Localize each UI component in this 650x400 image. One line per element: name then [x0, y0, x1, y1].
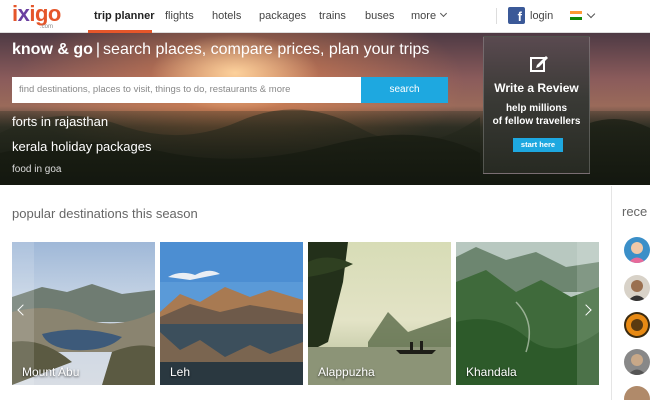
search-button[interactable]: search: [361, 77, 448, 103]
chevron-down-icon[interactable]: [586, 9, 596, 19]
section-title: popular destinations this season: [12, 206, 198, 221]
chevron-left-icon: [17, 304, 29, 316]
destination-card-alappuzha[interactable]: Alappuzha: [308, 242, 451, 385]
nav-trip-planner[interactable]: trip planner: [94, 10, 155, 22]
india-flag-icon[interactable]: [570, 11, 582, 20]
destination-label: Alappuzha: [318, 365, 375, 379]
facebook-icon[interactable]: f: [508, 7, 525, 24]
logo-domain: .com: [40, 24, 54, 30]
nav-hotels[interactable]: hotels: [212, 10, 241, 22]
nav-more-label: more: [411, 10, 437, 22]
hero-banner: know & go | search places, compare prices,…: [0, 33, 650, 185]
chevron-right-icon: [580, 304, 592, 316]
avatar[interactable]: [624, 349, 650, 375]
quick-link-forts[interactable]: forts in rajasthan: [12, 114, 108, 129]
avatar[interactable]: [624, 312, 650, 338]
hero-headline: know & go | search places, compare prices,…: [12, 41, 430, 58]
nav-packages[interactable]: packages: [259, 10, 306, 22]
nav-separator: [496, 8, 497, 24]
login-link[interactable]: login: [530, 10, 553, 22]
chevron-down-icon: [440, 9, 448, 18]
destination-label: Leh: [170, 365, 191, 379]
carousel-prev-button[interactable]: [12, 242, 34, 385]
nav-trains[interactable]: trains: [319, 10, 346, 22]
edit-icon: [530, 56, 548, 72]
carousel-next-button[interactable]: [577, 242, 599, 385]
nav-flights[interactable]: flights: [165, 10, 194, 22]
review-subtitle: help millions of fellow travellers: [492, 103, 581, 127]
avatar[interactable]: [624, 275, 650, 301]
top-nav: ixigo .com trip planner flights hotels p…: [0, 0, 650, 33]
quick-link-goa[interactable]: food in goa: [12, 164, 62, 175]
logo-wordmark: ixigo: [12, 1, 61, 26]
alappuzha-photo: [308, 242, 451, 385]
leh-photo: [160, 242, 303, 385]
destination-card-leh[interactable]: Leh: [160, 242, 303, 385]
avatar[interactable]: [624, 237, 650, 263]
sidebar-title: rece: [622, 204, 648, 219]
destination-label: Khandala: [466, 365, 517, 379]
write-review-card[interactable]: Write a Review help millions of fellow tr…: [483, 36, 590, 174]
ixigo-logo[interactable]: ixigo .com: [12, 1, 72, 31]
column-divider: [611, 186, 612, 400]
nav-more[interactable]: more: [411, 9, 448, 22]
search-input[interactable]: find destinations, places to visit, thin…: [12, 77, 361, 103]
avatar[interactable]: [624, 386, 650, 400]
quick-link-kerala[interactable]: kerala holiday packages: [12, 139, 151, 154]
start-here-button[interactable]: start here: [513, 138, 563, 152]
review-title: Write a Review: [494, 81, 579, 95]
nav-buses[interactable]: buses: [365, 10, 394, 22]
